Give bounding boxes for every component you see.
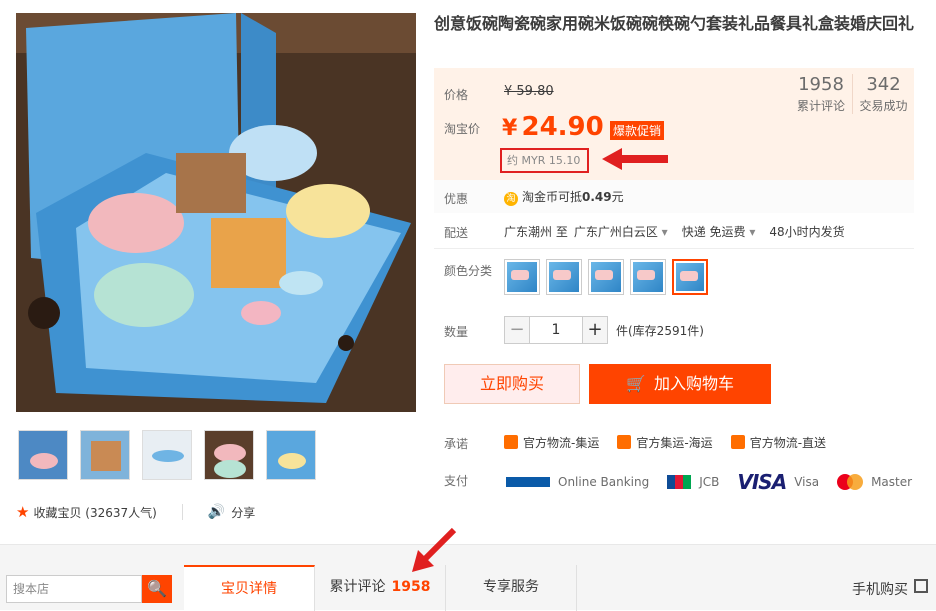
color-option-selected[interactable] [672,259,708,295]
stat-number: 342 [866,74,901,95]
color-option[interactable] [588,259,624,295]
quantity-input[interactable]: 1 [530,316,582,344]
payment-label: 支付 [444,474,469,488]
taobao-price-label: 淘宝价 [444,122,481,136]
shipping-info: 广东潮州 至 广东广州白云区 快递 免运费 48小时内发货 [504,223,845,240]
visa-logo: VISA [737,470,787,494]
add-to-cart-label: 加入购物车 [653,374,734,393]
online-banking-label: Online Banking [558,475,650,489]
thumbnail-strip [18,430,316,480]
ship-method-dropdown[interactable]: 快递 免运费 [682,223,756,240]
thumbnail[interactable] [142,430,192,480]
buy-now-button[interactable]: 立即购买 [444,364,580,404]
price-box: 价格 ¥ 59.80 淘宝价 ¥ 24.90 爆款促销 约 MYR 15.10 … [434,68,914,180]
share-link[interactable]: 分享 [231,504,255,521]
favorite-link[interactable]: 收藏宝贝 (32637人气) [33,504,156,521]
price-label: 价格 [444,88,469,102]
thumbnail[interactable] [204,430,254,480]
truck-icon [730,435,745,449]
thumbnail[interactable] [80,430,130,480]
divider [434,248,914,249]
promise-item[interactable]: 官方物流-集运 [504,434,599,451]
original-price: ¥ 59.80 [504,84,554,99]
coin-amount: 0.49 [582,190,612,204]
stock-info: 件(库存2591件) [616,323,704,338]
tab-label: 累计评论 [329,579,386,595]
divider [181,504,183,520]
store-search-input[interactable]: 搜本店 [6,575,142,603]
promise-text: 官方物流-直送 [749,436,827,450]
master-label: Master [871,475,913,489]
jcb-label: JCB [699,475,720,489]
annotation-arrow [408,526,458,576]
promotion-row: 优惠 淘淘金币可抵0.49元 [434,180,914,213]
stat-transactions: 342 交易成功 [852,74,914,114]
stats: 1958 累计评论 342 交易成功 [790,74,914,114]
mobile-buy-link[interactable]: 手机购买 [852,579,908,599]
thumbnail[interactable] [266,430,316,480]
taobao-price: ¥ 24.90 [502,112,604,142]
stat-number: 1958 [798,74,844,95]
bank-logo [506,477,550,487]
color-option[interactable] [546,259,582,295]
color-label: 颜色分类 [444,264,493,278]
promise-item[interactable]: 官方物流-直送 [730,434,827,451]
coin-icon: 淘 [504,192,518,206]
stat-reviews[interactable]: 1958 累计评论 [790,74,852,114]
coin-unit: 元 [611,190,624,204]
main-product-image[interactable] [16,13,416,412]
detail-tabs: 宝贝详情 累计评论 1958 专享服务 [184,565,577,611]
promise-item[interactable]: 官方集运-海运 [617,434,713,451]
shipping-label: 配送 [444,226,469,240]
decrement-button[interactable]: − [504,316,530,344]
increment-button[interactable]: + [582,316,608,344]
coin-offer: 淘淘金币可抵0.49元 [504,188,624,206]
visa-label: Visa [794,475,820,489]
stat-label: 累计评论 [796,99,845,113]
ship-from: 广东潮州 至 [504,225,568,239]
dispatch-time: 48小时内发货 [769,225,845,239]
bottom-bar: 搜本店 🔍 宝贝详情 累计评论 1958 专享服务 手机购买 [0,544,936,611]
star-icon[interactable]: ★ [16,503,29,521]
add-to-cart-button[interactable]: 🛒 加入购物车 [589,364,771,404]
color-swatches [504,259,708,295]
mastercard-logo [837,474,864,490]
promotion-label: 优惠 [444,192,469,206]
coin-text: 淘金币可抵 [522,190,583,204]
review-count: 1958 [391,579,431,595]
qr-code-icon[interactable] [914,579,928,593]
promo-tag: 爆款促销 [610,121,665,140]
product-title: 创意饭碗陶瓷碗家用碗米饭碗碗筷碗勺套装礼品餐具礼盒装婚庆回礼 [434,14,915,33]
stat-label: 交易成功 [859,99,908,113]
share-icon[interactable]: 🔊 [208,504,225,520]
logistics-icon [504,435,518,449]
ship-icon [617,435,632,449]
ship-to-dropdown[interactable]: 广东广州白云区 [574,223,668,240]
quantity-stepper: − 1 + 件(库存2591件) [504,316,704,344]
color-option[interactable] [630,259,666,295]
cart-icon: 🛒 [626,374,646,393]
myr-conversion: 约 MYR 15.10 [500,148,589,173]
tab-services[interactable]: 专享服务 [446,565,577,611]
search-button[interactable]: 🔍 [142,575,172,603]
favorite-share-bar: ★ 收藏宝贝 (32637人气) 🔊 分享 [16,503,255,521]
tab-details[interactable]: 宝贝详情 [184,565,315,611]
currency-symbol: ¥ [502,116,518,141]
payment-methods: Online Banking JCB VISA Visa Master [506,470,912,494]
jcb-logo [667,475,692,489]
annotation-arrow [602,148,672,170]
color-option[interactable] [504,259,540,295]
promise-text: 官方集运-海运 [636,436,713,450]
promise-text: 官方物流-集运 [523,436,600,450]
quantity-label: 数量 [444,325,469,339]
promise-label: 承诺 [444,437,469,451]
price-value: 24.90 [521,112,604,142]
thumbnail[interactable] [18,430,68,480]
promise-list: 官方物流-集运 官方集运-海运 官方物流-直送 [504,434,826,451]
